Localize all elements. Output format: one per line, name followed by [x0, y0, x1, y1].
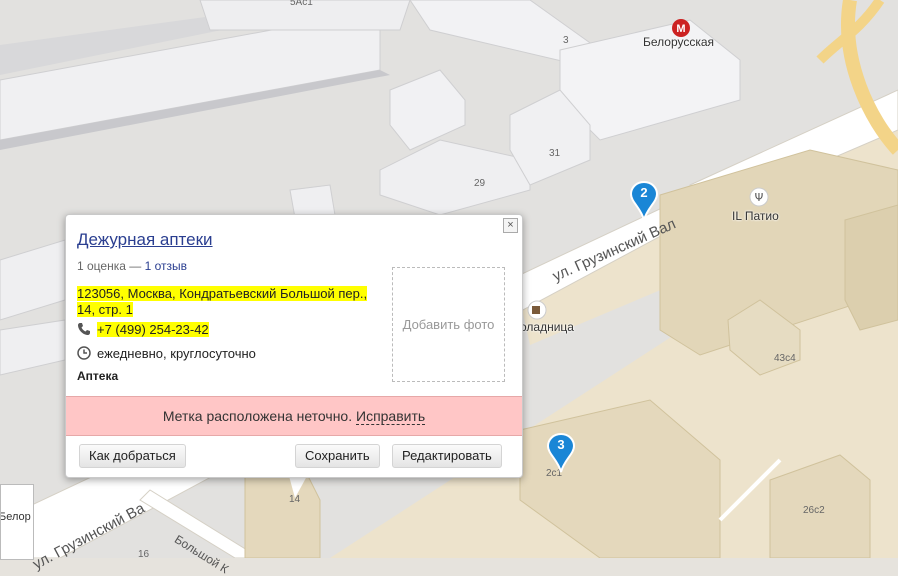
map-marker-3[interactable]: 3 — [546, 432, 576, 474]
phone-row: +7 (499) 254-23-42 — [77, 322, 209, 337]
building-number: 29 — [474, 178, 486, 189]
fix-location-link[interactable]: Исправить — [356, 408, 426, 425]
poi-label-oladnitsa[interactable]: оладница — [520, 320, 574, 334]
clock-icon — [77, 346, 91, 360]
hours-text: ежедневно, круглосуточно — [97, 346, 256, 361]
inaccurate-location-warning: Метка расположена неточно. Исправить — [66, 396, 522, 436]
building-number: 43с4 — [774, 353, 796, 364]
edit-button[interactable]: Редактировать — [392, 444, 502, 468]
partial-label: Белор — [0, 511, 31, 523]
phone-number[interactable]: +7 (499) 254-23-42 — [97, 322, 209, 337]
building-number: 5Ас1 — [290, 0, 313, 8]
add-photo-button[interactable]: Добавить фото — [392, 267, 505, 382]
building-number: 26с2 — [803, 505, 825, 516]
rating-line: 1 оценка — 1 отзыв — [77, 259, 187, 273]
poi-label-patio[interactable]: IL Патио — [732, 209, 779, 223]
marker-number: 2 — [640, 185, 648, 200]
building-number: 3 — [563, 35, 569, 46]
place-popup: × Дежурная аптеки 1 оценка — 1 отзыв 123… — [65, 214, 523, 478]
warning-text: Метка расположена неточно. — [162, 408, 353, 424]
route-button[interactable]: Как добраться — [79, 444, 186, 468]
metro-station-label[interactable]: Белорусская — [643, 35, 714, 49]
place-title-link[interactable]: Дежурная аптеки — [77, 230, 213, 250]
rating-count: 1 оценка — [77, 259, 126, 273]
phone-icon — [78, 323, 90, 335]
marker-number: 3 — [557, 437, 565, 452]
address-block: 123056, Москва, Кондратьевский Большой п… — [77, 286, 372, 318]
save-button[interactable]: Сохранить — [295, 444, 380, 468]
svg-text:Ψ: Ψ — [755, 191, 764, 204]
reviews-link[interactable]: 1 отзыв — [145, 259, 187, 273]
corner-tile: Белор — [0, 484, 34, 560]
building-number: 16 — [138, 549, 150, 560]
close-button[interactable]: × — [503, 218, 518, 233]
map-marker-2[interactable]: 2 — [629, 180, 659, 222]
rating-separator: — — [129, 259, 142, 273]
category-label: Аптека — [77, 369, 119, 383]
popup-tail — [289, 476, 307, 498]
hours-row: ежедневно, круглосуточно — [77, 346, 256, 361]
svg-text:M: M — [676, 23, 685, 35]
building-number: 31 — [549, 148, 561, 159]
address-text: 123056, Москва, Кондратьевский Большой п… — [77, 286, 368, 317]
